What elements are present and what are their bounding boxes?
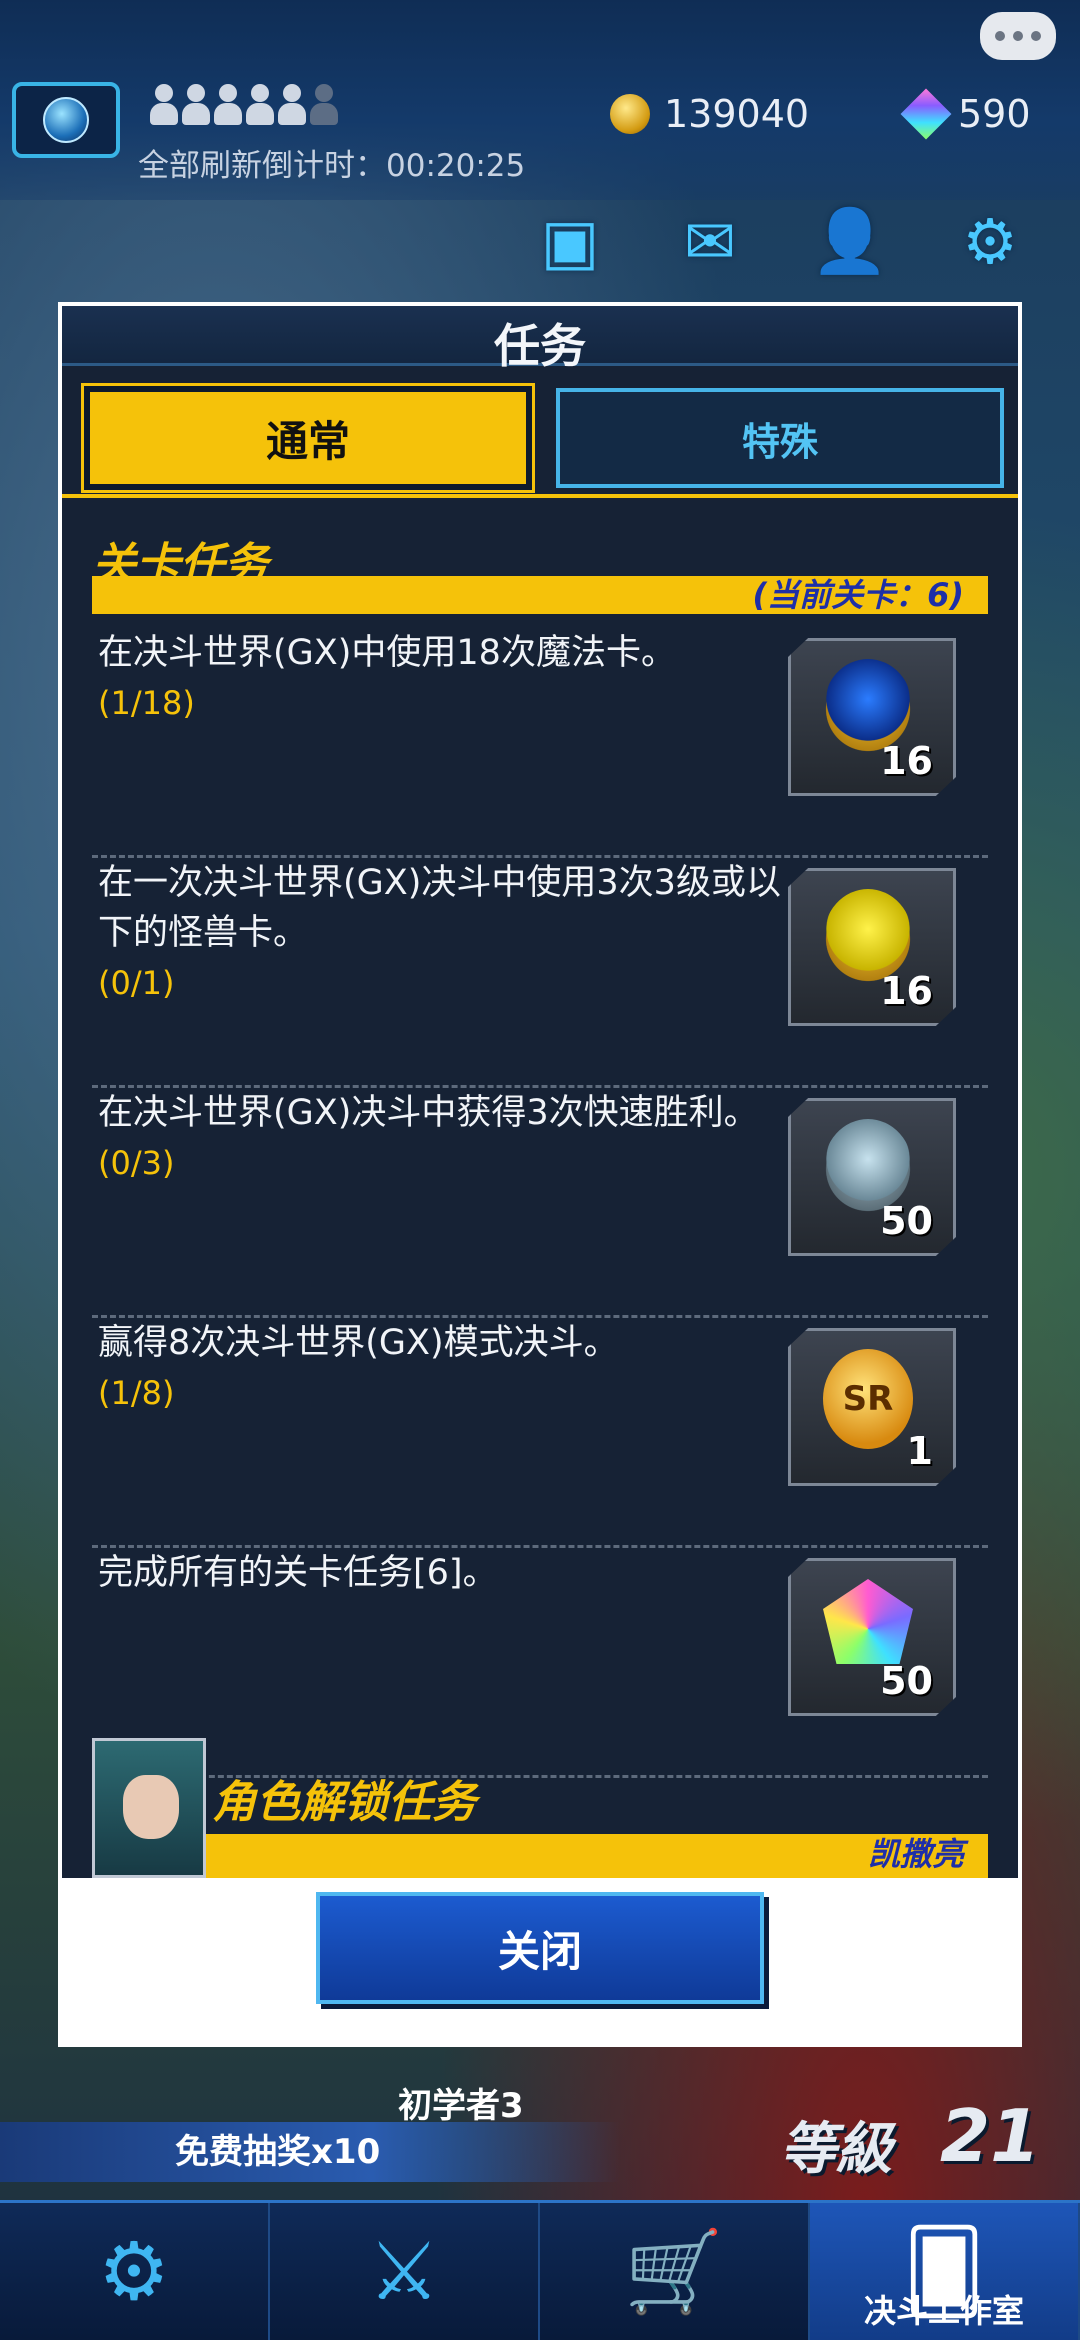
quest-item: 赢得8次决斗世界(GX)模式决斗。 (1/8) SR 1 xyxy=(92,1318,988,1548)
world-button[interactable] xyxy=(12,82,120,158)
character-unlock-section: 角色解锁任务 凯撒亮 xyxy=(92,1738,988,1878)
card-case-icon[interactable]: ▣ xyxy=(520,196,620,286)
close-button[interactable]: 关闭 xyxy=(316,1892,764,2004)
quest-progress: (1/8) xyxy=(98,1374,175,1412)
level-value: 21 xyxy=(940,2094,1041,2178)
quest-progress: (1/18) xyxy=(98,684,195,722)
rank-label: 初学者3 xyxy=(398,2086,524,2126)
reward-tile[interactable]: 16 xyxy=(788,638,956,796)
player-slot-icon xyxy=(182,84,210,126)
globe-icon xyxy=(43,97,89,143)
coin-icon xyxy=(610,94,650,134)
profile-icon[interactable]: 👤 xyxy=(800,196,900,286)
dialog-title: 任务 xyxy=(494,319,586,373)
reward-tile[interactable]: 50 xyxy=(788,1558,956,1716)
coin-value: 139040 xyxy=(664,92,810,136)
free-draw-banner[interactable]: 免费抽奖x10 xyxy=(0,2122,620,2182)
quest-item: 在决斗世界(GX)决斗中获得3次快速胜利。 (0/3) 50 xyxy=(92,1088,988,1318)
level-label: 等級 xyxy=(780,2117,892,2182)
tab-special[interactable]: 特殊 xyxy=(556,388,1004,488)
reward-count: 16 xyxy=(880,969,933,1013)
gem-icon xyxy=(900,88,952,140)
quest-text: 完成所有的关卡任务[6]。 xyxy=(98,1553,498,1593)
nav-duel-studio[interactable]: 🂠 决斗工作室 xyxy=(810,2203,1080,2340)
nav-duel-studio-label: 决斗工作室 xyxy=(863,2292,1024,2330)
quest-text: 在决斗世界(GX)决斗中获得3次快速胜利。 xyxy=(98,1093,759,1133)
player-slots xyxy=(150,84,338,126)
top-bar: 全部刷新倒计时：00:20:25 139040 590 xyxy=(0,0,1080,200)
player-slot-icon xyxy=(310,84,338,126)
quest-item: 在一次决斗世界(GX)决斗中使用3次3级或以下的怪兽卡。 (0/1) 16 xyxy=(92,858,988,1088)
reward-count: 50 xyxy=(880,1659,933,1703)
dialog-title-bar: 任务 xyxy=(62,306,1018,373)
bottom-nav: ⚙ ⚔ 🛒 🂠 决斗工作室 xyxy=(0,2200,1080,2340)
mission-dialog: 任务 通常 特殊 关卡任务 (当前关卡：6) 在决斗世界(GX)中使用18次魔法… xyxy=(58,302,1022,2047)
gem-counter[interactable]: 590 xyxy=(900,88,1031,140)
reward-tile[interactable]: 16 xyxy=(788,868,956,1026)
reward-tile[interactable]: 50 xyxy=(788,1098,956,1256)
coin-counter[interactable]: 139040 xyxy=(610,92,809,136)
quest-progress: (0/1) xyxy=(98,964,175,1002)
mission-dialog-body: 任务 通常 特殊 关卡任务 (当前关卡：6) 在决斗世界(GX)中使用18次魔法… xyxy=(62,306,1018,1878)
sr-ticket-icon: SR xyxy=(823,1349,913,1449)
player-slot-icon xyxy=(246,84,274,126)
tab-divider xyxy=(62,494,1018,498)
refresh-countdown: 全部刷新倒计时：00:20:25 xyxy=(138,148,526,184)
quest-progress: (0/3) xyxy=(98,1144,175,1182)
header-nav: ▣ ✉ 👤 ⚙ xyxy=(520,196,1040,286)
nav-character-gear-icon[interactable]: ⚙ xyxy=(0,2203,270,2340)
gear-icon[interactable]: ⚙ xyxy=(940,196,1040,286)
quest-item: 在决斗世界(GX)中使用18次魔法卡。 (1/18) 16 xyxy=(92,628,988,858)
tab-normal[interactable]: 通常 xyxy=(81,383,535,493)
reward-count: 50 xyxy=(880,1199,933,1243)
nav-duel-swords-icon[interactable]: ⚔ xyxy=(270,2203,540,2340)
reward-count: 16 xyxy=(880,739,933,783)
gem-value: 590 xyxy=(958,92,1031,136)
quest-text: 在一次决斗世界(GX)决斗中使用3次3级或以下的怪兽卡。 xyxy=(98,863,781,953)
mail-icon[interactable]: ✉ xyxy=(660,196,760,286)
character-portrait xyxy=(92,1738,206,1878)
chat-icon[interactable] xyxy=(980,12,1056,60)
player-slot-icon xyxy=(278,84,306,126)
reward-tile[interactable]: SR 1 xyxy=(788,1328,956,1486)
player-slot-icon xyxy=(150,84,178,126)
character-name: 凯撒亮 xyxy=(206,1834,988,1878)
quest-text: 在决斗世界(GX)中使用18次魔法卡。 xyxy=(98,633,676,673)
quest-text: 赢得8次决斗世界(GX)模式决斗。 xyxy=(98,1323,619,1363)
nav-shop-cart-icon[interactable]: 🛒 xyxy=(540,2203,810,2340)
character-section-title: 角色解锁任务 xyxy=(212,1777,476,1828)
reward-count: 1 xyxy=(906,1429,933,1473)
section-subtitle: (当前关卡：6) xyxy=(92,576,988,614)
player-slot-icon xyxy=(214,84,242,126)
